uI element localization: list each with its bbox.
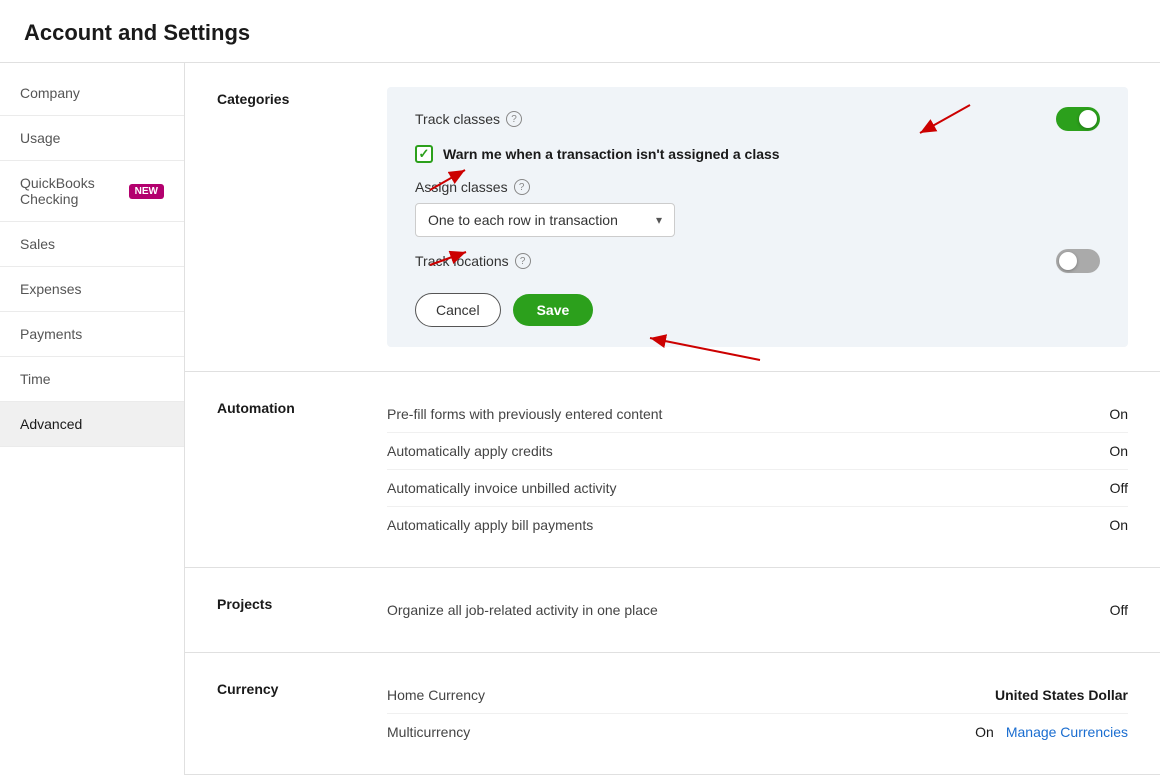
new-badge: NEW	[129, 184, 164, 199]
automation-row-label-3: Automatically apply bill payments	[387, 517, 593, 533]
automation-row-value-2: Off	[1110, 480, 1128, 496]
projects-row-label-0: Organize all job-related activity in one…	[387, 602, 658, 618]
automation-section: Automation Pre-fill forms with previousl…	[185, 372, 1160, 568]
sidebar-item-label: Usage	[20, 130, 60, 146]
track-classes-toggle-thumb	[1079, 110, 1097, 128]
sidebar-item-label: Sales	[20, 236, 55, 252]
assign-classes-help-icon[interactable]: ?	[514, 179, 530, 195]
currency-section: Currency Home Currency United States Dol…	[185, 653, 1160, 775]
track-locations-label: Track locations ?	[415, 253, 531, 269]
warn-checkbox-label: Warn me when a transaction isn't assigne…	[443, 146, 780, 162]
sidebar-item-advanced[interactable]: Advanced	[0, 402, 184, 447]
sidebar-item-label: Company	[20, 85, 80, 101]
automation-body: Pre-fill forms with previously entered c…	[387, 396, 1128, 543]
automation-row-value-3: On	[1109, 517, 1128, 533]
automation-row-label-2: Automatically invoice unbilled activity	[387, 480, 617, 496]
currency-body: Home Currency United States Dollar Multi…	[387, 677, 1128, 750]
warn-checkbox-row: Warn me when a transaction isn't assigne…	[415, 145, 1100, 163]
currency-row-value-0: United States Dollar	[995, 687, 1128, 703]
cancel-button[interactable]: Cancel	[415, 293, 501, 327]
track-classes-label: Track classes ?	[415, 111, 522, 127]
assign-classes-label: Assign classes ?	[415, 179, 1100, 195]
categories-label: Categories	[217, 87, 347, 347]
categories-panel: Track classes ? Warn me when	[387, 87, 1128, 347]
automation-label: Automation	[217, 396, 347, 543]
track-classes-toggle[interactable]	[1056, 107, 1100, 131]
table-row: Automatically apply bill payments On	[387, 507, 1128, 543]
currency-row-label-0: Home Currency	[387, 687, 485, 703]
categories-section: Categories Track classes ?	[185, 63, 1160, 372]
sidebar-item-expenses[interactable]: Expenses	[0, 267, 184, 312]
track-locations-text: Track locations	[415, 253, 509, 269]
sidebar-item-label: Advanced	[20, 416, 82, 432]
projects-label: Projects	[217, 592, 347, 628]
projects-row-value-0: Off	[1110, 602, 1128, 618]
table-row: Pre-fill forms with previously entered c…	[387, 396, 1128, 433]
currency-label: Currency	[217, 677, 347, 750]
automation-row-value-0: On	[1109, 406, 1128, 422]
categories-body: Track classes ? Warn me when	[387, 87, 1128, 347]
sidebar-item-payments[interactable]: Payments	[0, 312, 184, 357]
projects-section: Projects Organize all job-related activi…	[185, 568, 1160, 653]
track-locations-toggle-thumb	[1059, 252, 1077, 270]
currency-multicurrency-value-row: On Manage Currencies	[975, 724, 1128, 740]
sidebar-item-label: Expenses	[20, 281, 81, 297]
track-classes-toggle-track	[1056, 107, 1100, 131]
track-locations-help-icon[interactable]: ?	[515, 253, 531, 269]
track-classes-text: Track classes	[415, 111, 500, 127]
table-row: Organize all job-related activity in one…	[387, 592, 1128, 628]
sidebar-item-time[interactable]: Time	[0, 357, 184, 402]
sidebar-item-label: Payments	[20, 326, 82, 342]
track-classes-row: Track classes ?	[415, 107, 1100, 131]
button-row: Cancel Save	[415, 293, 1100, 327]
save-button[interactable]: Save	[513, 294, 594, 326]
track-classes-help-icon[interactable]: ?	[506, 111, 522, 127]
assign-classes-text: Assign classes	[415, 179, 508, 195]
currency-row-value-1: On	[975, 724, 994, 740]
sidebar-item-sales[interactable]: Sales	[0, 222, 184, 267]
page-title: Account and Settings	[0, 0, 1160, 63]
track-locations-toggle[interactable]	[1056, 249, 1100, 273]
main-content: Categories Track classes ?	[185, 63, 1160, 775]
table-row: Automatically apply credits On	[387, 433, 1128, 470]
track-locations-toggle-track	[1056, 249, 1100, 273]
track-locations-row: Track locations ?	[415, 249, 1100, 273]
projects-body: Organize all job-related activity in one…	[387, 592, 1128, 628]
sidebar-item-usage[interactable]: Usage	[0, 116, 184, 161]
sidebar-item-label: QuickBooks Checking	[20, 175, 121, 207]
assign-classes-row: Assign classes ? One to each row in tran…	[415, 179, 1100, 237]
automation-row-value-1: On	[1109, 443, 1128, 459]
automation-row-label-0: Pre-fill forms with previously entered c…	[387, 406, 662, 422]
table-row: Automatically invoice unbilled activity …	[387, 470, 1128, 507]
chevron-down-icon: ▾	[656, 213, 662, 227]
warn-checkbox[interactable]	[415, 145, 433, 163]
manage-currencies-link[interactable]: Manage Currencies	[1006, 724, 1128, 740]
assign-classes-dropdown[interactable]: One to each row in transaction ▾	[415, 203, 675, 237]
table-row: Home Currency United States Dollar	[387, 677, 1128, 714]
sidebar-item-company[interactable]: Company	[0, 71, 184, 116]
sidebar-item-label: Time	[20, 371, 51, 387]
currency-row-label-1: Multicurrency	[387, 724, 470, 740]
assign-classes-value: One to each row in transaction	[428, 212, 618, 228]
sidebar: Company Usage QuickBooks Checking NEW Sa…	[0, 63, 185, 775]
table-row: Multicurrency On Manage Currencies	[387, 714, 1128, 750]
automation-row-label-1: Automatically apply credits	[387, 443, 553, 459]
sidebar-item-quickbooks-checking[interactable]: QuickBooks Checking NEW	[0, 161, 184, 222]
